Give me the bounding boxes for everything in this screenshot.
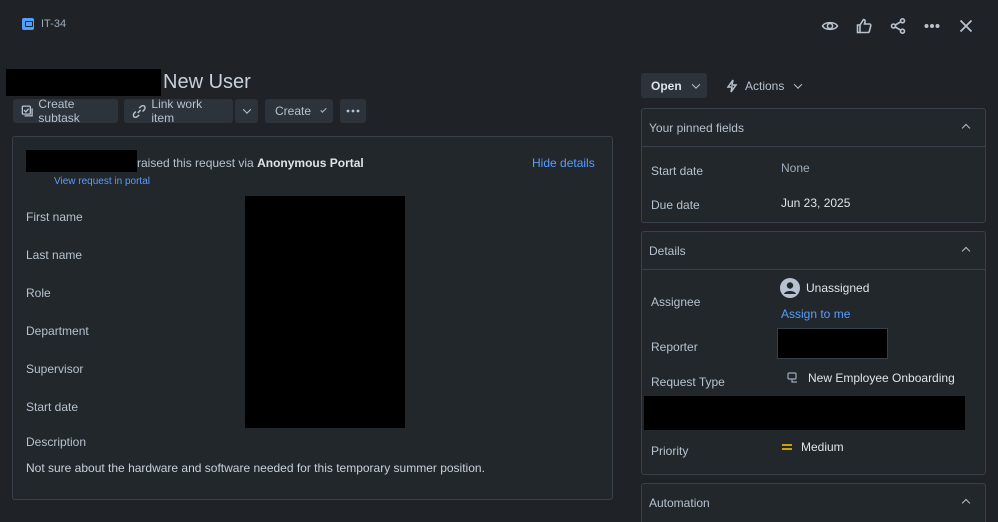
pinned-start-date-label: Start date xyxy=(651,164,704,178)
assign-to-me-link[interactable]: Assign to me xyxy=(781,307,850,321)
details-title: Details xyxy=(649,243,686,258)
issue-title[interactable]: New User xyxy=(163,71,251,94)
priority-label: Priority xyxy=(651,444,689,458)
description-text[interactable]: Not sure about the hardware and software… xyxy=(26,461,485,475)
redacted-reporter[interactable] xyxy=(777,328,888,359)
field-label-first-name: First name xyxy=(26,210,83,224)
link-work-item-dropdown-button[interactable] xyxy=(235,99,258,123)
chevron-up-icon[interactable] xyxy=(961,498,971,508)
create-label: Create xyxy=(275,104,312,118)
actions-dropdown-button[interactable]: Actions xyxy=(718,73,809,98)
issue-key[interactable]: IT-34 xyxy=(41,18,66,30)
subtask-icon xyxy=(21,105,33,117)
priority-medium-icon xyxy=(782,444,792,450)
chevron-up-icon[interactable] xyxy=(961,246,971,255)
description-label: Description xyxy=(26,435,87,449)
split-button-divider xyxy=(233,99,234,123)
portal-name: Anonymous Portal xyxy=(257,156,364,170)
raised-via-label: raised this request via xyxy=(137,156,254,170)
link-icon xyxy=(132,104,146,118)
assignee-label: Assignee xyxy=(651,295,701,309)
lightning-icon xyxy=(726,79,738,92)
create-subtask-button[interactable]: Create subtask xyxy=(13,97,118,125)
chevron-down-icon xyxy=(320,106,327,113)
link-work-item-button[interactable]: Link work item xyxy=(124,97,233,125)
raised-request-text: raised this request via Anonymous Portal xyxy=(137,156,364,170)
service-request-icon xyxy=(22,18,34,30)
assignee-value[interactable]: Unassigned xyxy=(780,278,869,298)
issue-key-breadcrumb[interactable]: IT-34 xyxy=(22,18,66,30)
more-actions-button[interactable] xyxy=(340,99,366,123)
create-button[interactable]: Create xyxy=(265,99,333,123)
reporter-label: Reporter xyxy=(651,340,698,354)
automation-card: Automation xyxy=(641,483,986,522)
view-request-in-portal-link[interactable]: View request in portal xyxy=(54,176,150,187)
eye-icon[interactable] xyxy=(818,14,842,38)
request-type-label: Request Type xyxy=(651,375,725,389)
issue-top-actions xyxy=(818,14,978,38)
pinned-start-date-value[interactable]: None xyxy=(781,161,810,175)
field-label-start-date: Start date xyxy=(26,400,79,414)
more-icon xyxy=(346,109,360,113)
request-type-name: New Employee Onboarding xyxy=(808,371,955,385)
pinned-fields-header[interactable]: Your pinned fields xyxy=(642,109,985,147)
chevron-down-icon xyxy=(794,79,803,89)
field-label-supervisor: Supervisor xyxy=(26,362,84,376)
chevron-down-icon xyxy=(691,79,700,89)
status-dropdown-button[interactable]: Open xyxy=(641,73,707,98)
share-icon[interactable] xyxy=(886,14,910,38)
priority-value[interactable]: Medium xyxy=(781,440,844,454)
field-label-department: Department xyxy=(26,324,89,338)
details-header[interactable]: Details xyxy=(642,232,985,270)
chevron-down-icon xyxy=(242,105,251,114)
request-type-icon xyxy=(787,372,797,383)
field-label-last-name: Last name xyxy=(26,248,83,262)
automation-title: Automation xyxy=(649,496,710,510)
more-icon[interactable] xyxy=(920,14,944,38)
automation-header[interactable]: Automation xyxy=(642,484,985,522)
redacted-field-values xyxy=(245,196,405,428)
thumbs-up-icon[interactable] xyxy=(852,14,876,38)
request-type-value[interactable]: New Employee Onboarding xyxy=(786,371,955,385)
hide-details-link[interactable]: Hide details xyxy=(532,156,595,170)
redacted-requester xyxy=(26,150,137,172)
redacted-field-row xyxy=(644,396,965,430)
pinned-due-date-value[interactable]: Jun 23, 2025 xyxy=(781,196,850,210)
assignee-name: Unassigned xyxy=(806,281,870,295)
chevron-up-icon[interactable] xyxy=(961,123,971,132)
field-label-role: Role xyxy=(26,286,51,300)
create-subtask-label: Create subtask xyxy=(38,97,80,125)
redacted-title-prefix xyxy=(6,69,161,96)
avatar-icon xyxy=(780,278,800,298)
link-work-item-label: Link work item xyxy=(151,97,203,125)
actions-label: Actions xyxy=(745,78,785,93)
priority-name: Medium xyxy=(801,440,844,454)
close-icon[interactable] xyxy=(954,14,978,38)
pinned-due-date-label: Due date xyxy=(651,198,700,212)
pinned-fields-title: Your pinned fields xyxy=(649,120,744,135)
status-label: Open xyxy=(651,78,682,93)
